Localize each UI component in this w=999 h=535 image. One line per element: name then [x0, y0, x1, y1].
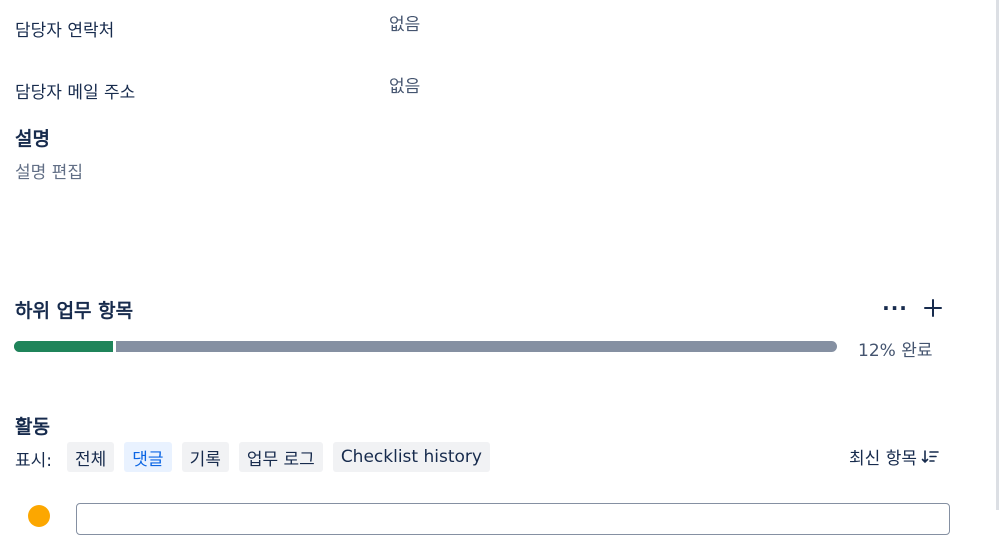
activity-title: 활동	[15, 416, 50, 438]
subtasks-progress-fill	[14, 341, 116, 352]
filter-all-chip[interactable]: 전체	[67, 442, 115, 472]
filter-comments-chip[interactable]: 댓글	[124, 442, 172, 472]
filter-history-chip[interactable]: 기록	[181, 442, 229, 472]
sort-button[interactable]: 최신 항목	[849, 444, 939, 469]
sort-descending-icon	[921, 449, 939, 463]
sort-label: 최신 항목	[849, 449, 917, 469]
avatar	[28, 505, 50, 527]
activity-filter-group: 전체 댓글 기록 업무 로그 Checklist history	[67, 442, 490, 472]
description-editor[interactable]: 설명 편집	[15, 158, 83, 183]
comment-input[interactable]	[76, 503, 950, 535]
filter-checklist-history-chip[interactable]: Checklist history	[332, 442, 490, 472]
contact-field-value[interactable]: 없음	[389, 10, 420, 35]
plus-icon-glyph	[924, 299, 942, 317]
email-field-label: 담당자 메일 주소	[15, 83, 136, 103]
activity-show-label: 표시:	[15, 451, 53, 471]
subtasks-title: 하위 업무 항목	[15, 300, 134, 322]
filter-worklog-chip[interactable]: 업무 로그	[238, 442, 323, 472]
email-field-value[interactable]: 없음	[389, 72, 420, 97]
description-title: 설명	[15, 128, 50, 150]
subtasks-progress-bar	[14, 341, 837, 352]
contact-field-label: 담당자 연락처	[15, 21, 115, 41]
more-horizontal-icon[interactable]: ···	[881, 294, 909, 322]
subtasks-progress-text: 12% 완료	[858, 341, 933, 361]
plus-icon[interactable]	[919, 294, 947, 322]
